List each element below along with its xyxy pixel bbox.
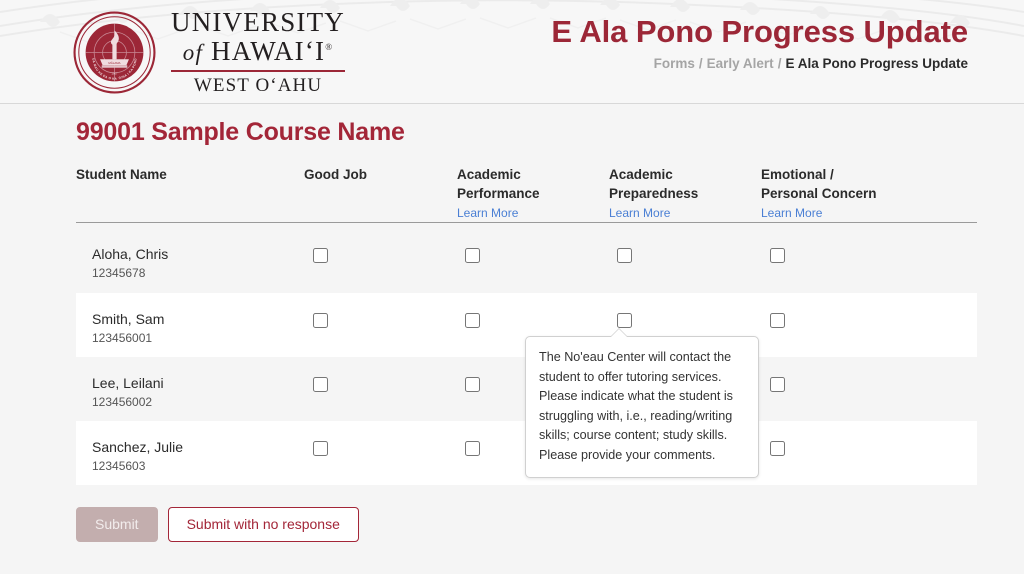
checkbox-academic-performance[interactable] xyxy=(465,441,480,456)
student-cell: Lee, Leilani 123456002 xyxy=(92,374,164,409)
table-header-row: Student Name Good Job Academic Performan… xyxy=(76,165,977,223)
student-id: 12345678 xyxy=(92,266,146,281)
wordmark-line-campus: WEST O‘AHU xyxy=(193,75,323,96)
breadcrumb-item-forms[interactable]: Forms xyxy=(654,56,695,71)
column-header-emotional-personal-concern: Emotional / Personal Concern Learn More xyxy=(761,165,891,222)
student-name: Sanchez, Julie xyxy=(92,439,184,455)
uh-wordmark: UNIVERSITY of HAWAI‘I® WEST O‘AHU xyxy=(171,9,345,95)
checkbox-good-job[interactable] xyxy=(313,248,328,263)
student-id: 123456002 xyxy=(92,395,153,410)
column-header-academic-performance: Academic Performance Learn More xyxy=(457,165,567,222)
page-title: E Ala Pono Progress Update xyxy=(551,14,968,49)
student-id: 123456001 xyxy=(92,331,153,346)
checkbox-academic-performance[interactable] xyxy=(465,377,480,392)
learn-more-tooltip: The No'eau Center will contact the stude… xyxy=(525,328,759,479)
student-id: 12345603 xyxy=(92,459,146,474)
column-header-student-name: Student Name xyxy=(76,167,167,182)
column-header-emotional-personal-concern-label: Emotional / Personal Concern xyxy=(761,167,877,202)
checkbox-emotional-personal-concern[interactable] xyxy=(770,313,785,328)
student-name: Smith, Sam xyxy=(92,311,165,327)
breadcrumb-separator-2: / xyxy=(777,55,782,71)
column-header-academic-preparedness-label: Academic Preparedness xyxy=(609,167,699,202)
student-name: Aloha, Chris xyxy=(92,246,169,262)
student-cell: Smith, Sam 123456001 xyxy=(92,310,164,345)
site-header: MĀLAMA 1907 UNIVERSITY OF HAWAI‘I UA MAU… xyxy=(0,0,1024,104)
student-cell: Sanchez, Julie 12345603 xyxy=(92,438,183,473)
tooltip-text: The No'eau Center will contact the stude… xyxy=(539,350,733,462)
column-header-good-job: Good Job xyxy=(304,167,367,182)
wordmark-line-hawaii: of HAWAI‘I® xyxy=(182,36,334,66)
breadcrumb-item-early-alert[interactable]: Early Alert xyxy=(707,56,774,71)
checkbox-emotional-personal-concern[interactable] xyxy=(770,377,785,392)
checkbox-good-job[interactable] xyxy=(313,441,328,456)
learn-more-link-academic-preparedness[interactable]: Learn More xyxy=(609,205,719,222)
checkbox-good-job[interactable] xyxy=(313,377,328,392)
checkbox-good-job[interactable] xyxy=(313,313,328,328)
main-content: 99001 Sample Course Name Student Name Go… xyxy=(0,104,1024,574)
checkbox-academic-performance[interactable] xyxy=(465,248,480,263)
course-title: 99001 Sample Course Name xyxy=(76,118,405,146)
learn-more-link-emotional-personal-concern[interactable]: Learn More xyxy=(761,205,891,222)
uh-west-oahu-logo[interactable]: MĀLAMA 1907 UNIVERSITY OF HAWAI‘I UA MAU… xyxy=(72,9,345,95)
submit-button[interactable]: Submit xyxy=(76,507,158,543)
breadcrumb-item-current: E Ala Pono Progress Update xyxy=(785,55,968,71)
checkbox-academic-performance[interactable] xyxy=(465,313,480,328)
student-name: Lee, Leilani xyxy=(92,375,164,391)
column-header-academic-performance-label: Academic Performance xyxy=(457,167,540,202)
checkbox-emotional-personal-concern[interactable] xyxy=(770,248,785,263)
svg-text:1907: 1907 xyxy=(111,71,118,75)
svg-text:MĀLAMA: MĀLAMA xyxy=(108,60,120,64)
submit-with-no-response-button[interactable]: Submit with no response xyxy=(167,507,359,543)
university-seal-icon: MĀLAMA 1907 UNIVERSITY OF HAWAI‘I UA MAU… xyxy=(73,10,156,94)
form-button-bar: Submit Submit with no response xyxy=(76,507,977,543)
breadcrumb-separator-1: / xyxy=(698,55,703,71)
header-title-block: E Ala Pono Progress Update Forms / Early A… xyxy=(551,14,968,71)
checkbox-academic-preparedness[interactable] xyxy=(617,313,632,328)
learn-more-link-academic-performance[interactable]: Learn More xyxy=(457,205,567,222)
checkbox-academic-preparedness[interactable] xyxy=(617,248,632,263)
checkbox-emotional-personal-concern[interactable] xyxy=(770,441,785,456)
wordmark-line-university: UNIVERSITY xyxy=(171,7,345,37)
wordmark-divider xyxy=(171,70,345,72)
column-header-academic-preparedness: Academic Preparedness Learn More xyxy=(609,165,719,222)
table-row: Aloha, Chris 12345678 xyxy=(76,223,977,293)
wordmark-hawaii: HAWAI‘I xyxy=(211,36,326,66)
wordmark-of: of xyxy=(182,40,204,65)
student-cell: Aloha, Chris 12345678 xyxy=(92,245,168,280)
tooltip-arrow xyxy=(611,329,627,337)
breadcrumb: Forms / Early Alert / E Ala Pono Progress Up… xyxy=(551,56,968,71)
